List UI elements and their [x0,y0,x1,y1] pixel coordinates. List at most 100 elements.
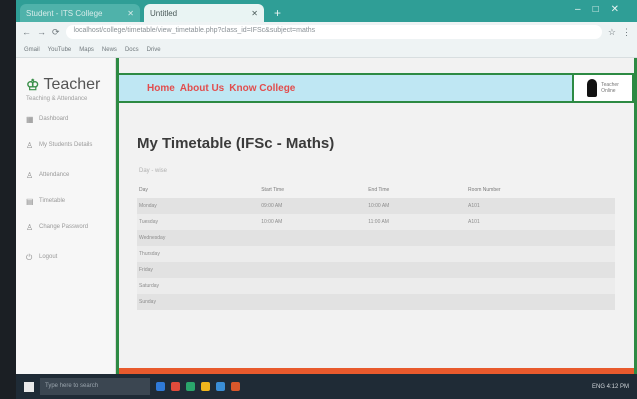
table-cell [466,294,615,310]
table-cell: A101 [466,198,615,214]
brand-title: Teacher [43,76,101,93]
table-cell [466,246,615,262]
table-row: Saturday [137,278,615,294]
table-cell: Sunday [137,294,260,310]
taskbar-search-input[interactable]: Type here to search [40,378,150,395]
bookmark-item[interactable]: Maps [79,47,94,53]
sidebar-item-change-password[interactable]: ♙ Change Password [16,224,115,254]
table-cell: Monday [137,198,260,214]
bookmark-item[interactable]: Drive [147,47,161,53]
timetable: Day Start Time End Time Room Number Mond… [137,182,615,310]
logout-icon: ⏻ [26,253,33,262]
table-cell [366,262,467,278]
user-icon: ♙ [26,171,34,180]
nav-link-about[interactable]: About Us [180,83,224,94]
windows-start-icon[interactable] [24,381,34,392]
table-cell [466,278,615,294]
browser-tab-active[interactable]: Untitled ✕ [144,4,264,22]
file-explorer-icon[interactable] [156,382,165,391]
close-tab-icon[interactable]: ✕ [127,9,134,18]
user-profile[interactable]: Teacher Online [572,73,634,103]
graduation-cap-icon: ♔ [26,77,40,94]
bookmark-item[interactable]: Docs [125,47,139,53]
system-tray[interactable]: ENG 4:12 PM [592,384,637,390]
table-cell: 11:00 AM [366,214,467,230]
app-icon[interactable] [201,382,210,391]
table-cell: Tuesday [137,214,260,230]
table-cell [259,246,367,262]
user-icon: ♙ [26,223,34,232]
bookmarks-bar: Gmail YouTube Maps News Docs Drive [16,42,637,58]
nav-link-home[interactable]: Home [147,83,175,94]
url-input[interactable]: localhost/college/timetable/view_timetab… [65,25,602,39]
table-cell: 09:00 AM [259,198,367,214]
brand-subtitle: Teaching & Attendance [26,96,88,102]
sidebar-item-label: Change Password [39,224,89,230]
column-header: Day [139,187,148,193]
app-icon[interactable] [171,382,180,391]
tab-title: Student - ITS College [26,8,103,18]
bookmark-item[interactable]: YouTube [48,47,72,53]
app-icon[interactable] [231,382,240,391]
brand[interactable]: ♔ Teacher [16,58,115,94]
new-tab-icon[interactable]: + [268,6,287,22]
table-cell: Wednesday [137,230,260,246]
back-icon[interactable]: ← [22,27,31,37]
bookmark-item[interactable]: News [102,47,117,53]
avatar [587,79,598,97]
close-tab-icon[interactable]: ✕ [251,9,258,18]
sidebar-item-label: Timetable [39,198,66,204]
screen: Student - ITS College ✕ Untitled ✕ + –□✕… [0,0,637,399]
sidebar-item-label: Logout [39,254,58,260]
table-cell [366,230,467,246]
address-bar: ← → ⟳ localhost/college/timetable/view_t… [16,22,637,42]
column-header: Start Time [261,187,285,193]
sidebar-item-logout[interactable]: ⏻ Logout [16,254,115,280]
window-controls[interactable]: –□✕ [575,4,631,15]
table-header-row: Day Start Time End Time Room Number [137,182,615,198]
nav-link-know-college[interactable]: Know College [229,83,295,94]
table-row: Sunday [137,294,615,310]
dashboard-icon: ▦ [26,115,34,124]
table-cell [259,278,367,294]
app-icon[interactable] [186,382,195,391]
browser-tab-bar: Student - ITS College ✕ Untitled ✕ + –□✕ [16,0,637,22]
star-icon[interactable]: ☆ [608,27,616,38]
sidebar-item-dashboard[interactable]: ▦ Dashboard [16,116,115,142]
sidebar-item-attendance[interactable]: ♙ Attendance [16,172,115,198]
sidebar-item-timetable[interactable]: ▤ Timetable [16,198,115,224]
table-row: Wednesday [137,230,615,246]
sidebar-item-label: My Students Details [39,142,93,148]
app-icon[interactable] [216,382,225,391]
top-nav-bar: Home About Us Know College Teacher Onlin… [119,73,634,103]
menu-icon[interactable]: ⋮ [622,27,631,38]
top-nav: Home About Us Know College [119,83,295,94]
forward-icon[interactable]: → [37,27,46,37]
table-cell [259,262,367,278]
sidebar: ♔ Teacher Teaching & Attendance ▦ Dashbo… [16,58,116,374]
table-row: Monday 09:00 AM 10:00 AM A101 [137,198,615,214]
sidebar-item-label: Dashboard [39,116,69,122]
page-subtitle: Day - wise [139,168,168,174]
column-header: End Time [368,187,390,193]
table-cell [366,278,467,294]
table-cell [366,246,467,262]
table-row: Friday [137,262,615,278]
bookmark-item[interactable]: Gmail [24,47,40,53]
reload-icon[interactable]: ⟳ [52,27,60,38]
browser-tab[interactable]: Student - ITS College ✕ [20,4,140,22]
taskbar: Type here to search ENG 4:12 PM [16,374,637,399]
table-cell [466,230,615,246]
user-info: Teacher Online [601,82,619,94]
page-title: My Timetable (IFSc - Maths) [137,135,335,152]
table-cell [259,230,367,246]
table-cell: Thursday [137,246,260,262]
main-content: Home About Us Know College Teacher Onlin… [116,58,637,374]
calendar-icon: ▤ [26,197,34,206]
column-header: Room Number [468,187,501,193]
table-cell: Friday [137,262,260,278]
user-icon: ♙ [26,141,34,150]
sidebar-item-students[interactable]: ♙ My Students Details [16,142,115,172]
table-cell [466,262,615,278]
table-cell: A101 [466,214,615,230]
